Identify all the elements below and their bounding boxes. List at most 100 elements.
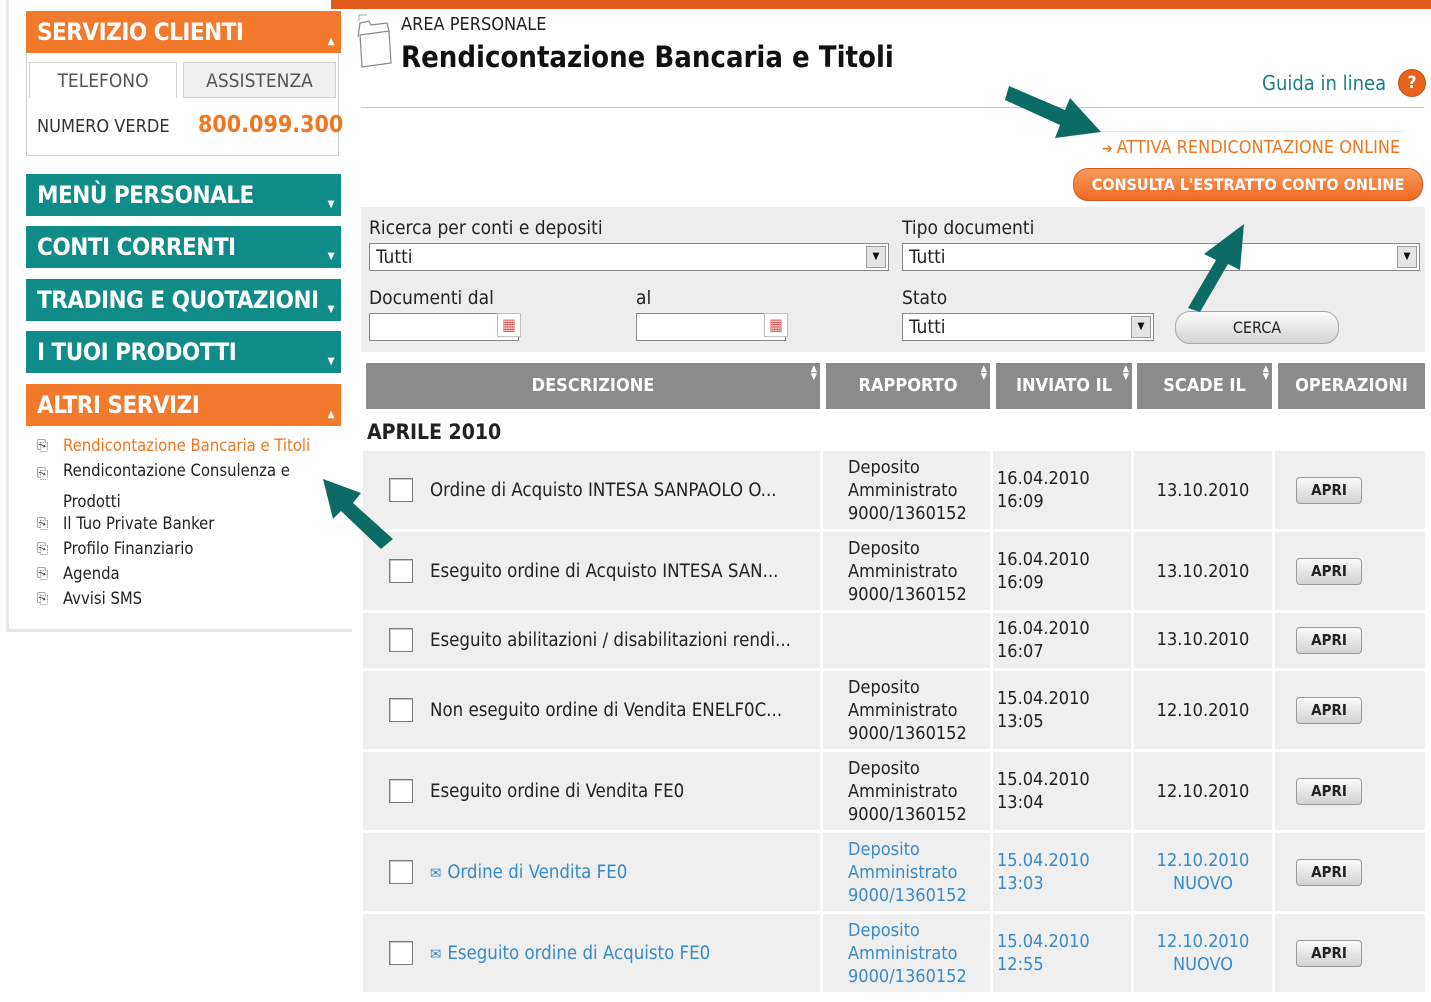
column-label: OPERAZIONI [1295, 375, 1408, 396]
row-due-date: 13.10.2010 [1133, 628, 1273, 651]
cerca-button[interactable]: CERCA [1175, 311, 1339, 344]
rapporto-line: 9000/1360152 [848, 966, 967, 987]
sent-date: 15.04.2010 [997, 688, 1090, 709]
al-label: al [636, 287, 652, 309]
row-description[interactable]: Ordine di Acquisto INTESA SANPAOLO O... [430, 480, 777, 501]
menu-label: ALTRI SERVIZI [37, 391, 200, 419]
service-link-rendicontazione-consulenza[interactable]: ⎘ Rendicontazione Consulenza e Prodotti [37, 455, 337, 517]
tab-telefono[interactable]: TELEFONO [29, 62, 177, 98]
table-row: Ordine di Acquisto INTESA SANPAOLO O... … [363, 451, 1425, 529]
documenti-dal-label: Documenti dal [369, 287, 494, 309]
service-link-profilo-finanziario[interactable]: ⎘ Profilo Finanziario [37, 536, 337, 561]
sent-date: 16.04.2010 [997, 468, 1090, 489]
apri-button[interactable]: APRI [1296, 940, 1362, 967]
folder-icon [357, 14, 392, 68]
row-description[interactable]: Non eseguito ordine di Vendita ENELF0C..… [430, 700, 782, 721]
row-description[interactable]: ✉ Ordine di Vendita FE0 [430, 862, 627, 883]
chevron-up-icon: ▲ [327, 409, 335, 420]
due-date: 13.10.2010 [1156, 561, 1250, 582]
conti-correnti-header[interactable]: CONTI CORRENTI ▼ [26, 226, 341, 268]
attiva-rendicontazione-link[interactable]: ➔ ATTIVA RENDICONTAZIONE ONLINE [1102, 137, 1400, 158]
row-checkbox[interactable] [389, 559, 413, 583]
status-badge: NUOVO [1173, 954, 1233, 975]
column-header-inviato-il[interactable]: INVIATO IL ▲ ▼ [996, 363, 1132, 409]
apri-button[interactable]: APRI [1296, 859, 1362, 886]
status-badge: NUOVO [1173, 873, 1233, 894]
menu-personale-header[interactable]: MENÙ PERSONALE ▼ [26, 174, 341, 216]
service-label: Profilo Finanziario [63, 539, 194, 558]
description-text: Ordine di Vendita FE0 [447, 862, 628, 883]
servizio-clienti-header[interactable]: SERVIZIO CLIENTI ▲ [26, 11, 341, 53]
row-rapporto: Deposito Amministrato 9000/1360152 [848, 838, 967, 907]
column-header-rapporto[interactable]: RAPPORTO ▲ ▼ [826, 363, 990, 409]
column-header-descrizione[interactable]: DESCRIZIONE ▲ ▼ [366, 363, 820, 409]
guida-in-linea-link[interactable]: Guida in linea [1262, 71, 1386, 95]
apri-button[interactable]: APRI [1296, 778, 1362, 805]
service-link-private-banker[interactable]: ⎘ Il Tuo Private Banker [37, 511, 337, 536]
conti-filter-label: Ricerca per conti e depositi [369, 217, 603, 239]
sort-icon: ▲ ▼ [810, 364, 817, 382]
sent-time: 16:07 [997, 641, 1044, 662]
calendar-icon[interactable]: ▦ [497, 313, 521, 337]
tipo-documenti-select[interactable]: Tutti ▼ [902, 243, 1420, 271]
sent-time: 13:04 [997, 792, 1044, 813]
altri-servizi-header[interactable]: ALTRI SERVIZI ▲ [26, 384, 341, 426]
apri-button[interactable]: APRI [1296, 697, 1362, 724]
due-date: 12.10.2010 [1156, 850, 1250, 871]
trading-quotazioni-header[interactable]: TRADING E QUOTAZIONI ▼ [26, 279, 341, 321]
dropdown-arrow-icon: ▼ [866, 246, 886, 268]
table-row: ✉ Eseguito ordine di Acquisto FE0 Deposit… [363, 914, 1425, 992]
column-header-scade-il[interactable]: SCADE IL ▲ ▼ [1137, 363, 1272, 409]
apri-button[interactable]: APRI [1296, 558, 1362, 585]
calendar-icon[interactable]: ▦ [764, 313, 788, 337]
row-due-date: 12.10.2010 NUOVO [1133, 849, 1273, 895]
service-link-agenda[interactable]: ⎘ Agenda [37, 561, 337, 586]
help-icon[interactable]: ? [1398, 69, 1426, 97]
dropdown-arrow-icon: ▼ [1397, 246, 1417, 268]
apri-button[interactable]: APRI [1296, 477, 1362, 504]
description-text: Eseguito ordine di Acquisto FE0 [447, 943, 711, 964]
row-sent-date: 15.04.2010 13:04 [997, 768, 1090, 814]
row-due-date: 13.10.2010 [1133, 560, 1273, 583]
apri-button[interactable]: APRI [1296, 627, 1362, 654]
row-description[interactable]: Eseguito ordine di Vendita FE0 [430, 781, 684, 802]
service-label: Avvisi SMS [63, 589, 143, 608]
row-sent-date: 16.04.2010 16:09 [997, 467, 1090, 513]
row-description[interactable]: ✉ Eseguito ordine di Acquisto FE0 [430, 943, 710, 964]
row-sent-date: 16.04.2010 16:07 [997, 617, 1090, 663]
tab-assistenza[interactable]: ASSISTENZA [183, 62, 336, 98]
tuoi-prodotti-header[interactable]: I TUOI PRODOTTI ▼ [26, 331, 341, 373]
document-icon: ⎘ [37, 566, 49, 582]
service-label: Rendicontazione Consulenza e Prodotti [63, 461, 290, 511]
row-checkbox[interactable] [389, 628, 413, 652]
stato-select[interactable]: Tutti ▼ [902, 313, 1154, 341]
rapporto-line: Amministrato [848, 480, 958, 501]
row-checkbox[interactable] [389, 779, 413, 803]
row-checkbox[interactable] [389, 860, 413, 884]
table-row: Eseguito ordine di Vendita FE0 Deposito … [363, 752, 1425, 830]
row-due-date: 12.10.2010 [1133, 699, 1273, 722]
rapporto-line: Deposito [848, 677, 920, 698]
service-link-avvisi-sms[interactable]: ⎘ Avvisi SMS [37, 586, 337, 611]
rapporto-line: 9000/1360152 [848, 723, 967, 744]
conti-select[interactable]: Tutti ▼ [369, 243, 889, 271]
menu-label: I TUOI PRODOTTI [37, 338, 237, 366]
service-label: Il Tuo Private Banker [63, 514, 215, 533]
sent-time: 13:05 [997, 711, 1044, 732]
rapporto-line: Amministrato [848, 862, 958, 883]
row-description[interactable]: Eseguito ordine di Acquisto INTESA SAN..… [430, 561, 778, 582]
row-rapporto: Deposito Amministrato 9000/1360152 [848, 537, 967, 606]
tipo-select-value: Tutti [909, 246, 946, 268]
rapporto-line: Deposito [848, 758, 920, 779]
dropdown-arrow-icon: ▼ [1131, 316, 1151, 338]
row-checkbox[interactable] [389, 698, 413, 722]
consulta-estratto-conto-button[interactable]: CONSULTA L'ESTRATTO CONTO ONLINE [1073, 168, 1423, 201]
row-rapporto: Deposito Amministrato 9000/1360152 [848, 757, 967, 826]
due-date: 13.10.2010 [1156, 480, 1250, 501]
row-checkbox[interactable] [389, 941, 413, 965]
due-date: 12.10.2010 [1156, 700, 1250, 721]
stato-label: Stato [902, 287, 948, 309]
row-description[interactable]: Eseguito abilitazioni / disabilitazioni … [430, 630, 791, 651]
numero-verde-number: 800.099.300 [198, 112, 344, 138]
area-personale-label: AREA PERSONALE [401, 14, 547, 35]
